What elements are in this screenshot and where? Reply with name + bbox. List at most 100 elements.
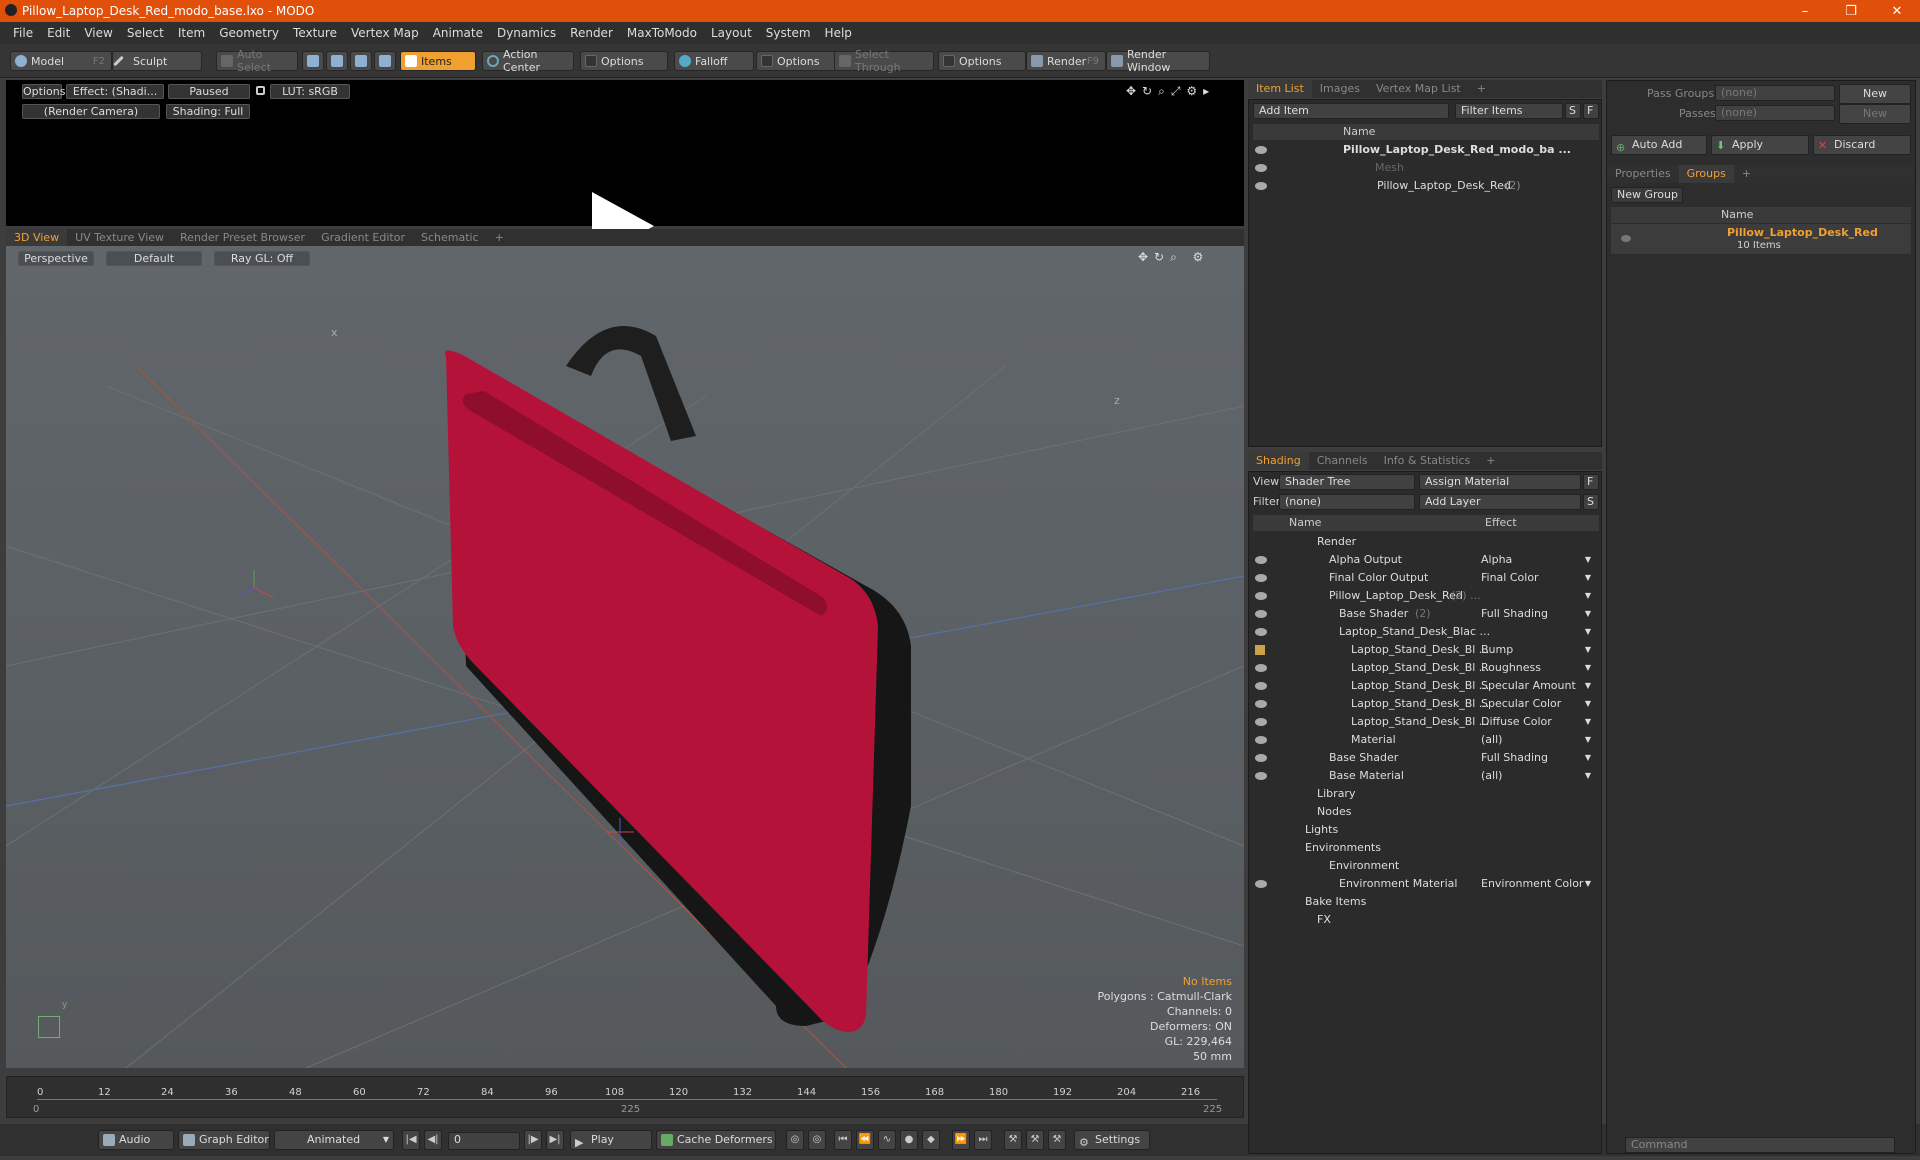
table-row[interactable]: Final Color Output Final Color ▼ — [1249, 569, 1595, 587]
table-row[interactable]: Pillow_Laptop_Desk_Red (2) ... ▼ — [1249, 587, 1595, 605]
tab-3d-view[interactable]: 3D View — [6, 229, 68, 247]
maximize-button[interactable]: ❐ — [1828, 4, 1874, 19]
3d-viewport[interactable]: x z Perspective Default Ray GL: Off ✥↻⌕ … — [6, 246, 1244, 1068]
eye-icon[interactable] — [1255, 772, 1267, 780]
record-icon[interactable]: ● — [900, 1130, 918, 1150]
lock-icon[interactable] — [256, 86, 265, 95]
chevron-down-icon[interactable]: ▼ — [1585, 623, 1591, 641]
lut-dropdown[interactable]: LUT: sRGB — [270, 84, 350, 99]
tab-properties[interactable]: Properties — [1607, 165, 1679, 183]
apply-button[interactable]: ⬇ Apply — [1711, 135, 1809, 155]
perspective-dropdown[interactable]: Perspective — [18, 251, 94, 266]
edge-mode-button[interactable] — [326, 51, 348, 71]
table-row[interactable]: Library — [1249, 785, 1595, 803]
default-style-dropdown[interactable]: Default — [106, 251, 202, 266]
tab-info-statistics[interactable]: Info & Statistics — [1376, 452, 1479, 470]
menu-select[interactable]: Select — [120, 26, 171, 40]
tab-render-preset-browser[interactable]: Render Preset Browser — [172, 229, 313, 247]
chevron-down-icon[interactable]: ▼ — [1585, 875, 1591, 893]
keying-icon[interactable]: ◎ — [786, 1130, 804, 1150]
settings-button[interactable]: ⚙ Settings — [1074, 1130, 1150, 1150]
eye-icon[interactable] — [1255, 182, 1267, 190]
chevron-down-icon[interactable]: ▼ — [1585, 587, 1591, 605]
material-mode-button[interactable] — [374, 51, 396, 71]
menu-vertex-map[interactable]: Vertex Map — [344, 26, 426, 40]
prev-key-button[interactable]: ◀| — [424, 1130, 442, 1150]
minimize-button[interactable]: – — [1782, 4, 1828, 19]
chevron-down-icon[interactable]: ▼ — [1585, 713, 1591, 731]
menu-layout[interactable]: Layout — [704, 26, 759, 40]
table-row[interactable]: Laptop_Stand_Desk_Bl ... Roughness ▼ — [1249, 659, 1595, 677]
menu-view[interactable]: View — [77, 26, 119, 40]
eye-icon[interactable] — [1255, 556, 1267, 564]
tool-b-icon[interactable]: ⚒ — [1026, 1130, 1044, 1150]
menu-geometry[interactable]: Geometry — [212, 26, 286, 40]
key-first-icon[interactable]: ⏮ — [834, 1130, 852, 1150]
table-row[interactable]: FX — [1249, 911, 1595, 929]
eye-icon[interactable] — [1255, 574, 1267, 582]
eye-icon[interactable] — [1255, 592, 1267, 600]
eye-icon[interactable] — [1621, 235, 1631, 242]
play-button[interactable]: ▶ Play — [570, 1130, 652, 1150]
add-tab-button[interactable]: + — [1478, 452, 1503, 470]
render-window-button[interactable]: Render Window — [1106, 48, 1210, 74]
items-mode-button[interactable]: Items — [400, 51, 476, 71]
chevron-down-icon[interactable]: ▼ — [1585, 659, 1591, 677]
table-row[interactable]: Environment — [1249, 857, 1595, 875]
command-input[interactable]: Command — [1625, 1137, 1895, 1153]
new-group-button[interactable]: New Group — [1611, 187, 1683, 203]
key-set-icon[interactable]: ◆ — [922, 1130, 940, 1150]
eye-icon[interactable] — [1255, 164, 1267, 172]
add-tab-button[interactable]: + — [1734, 165, 1759, 183]
chevron-down-icon[interactable]: ▼ — [1585, 749, 1591, 767]
current-frame-input[interactable]: 0 — [448, 1132, 520, 1150]
eye-icon[interactable] — [1255, 880, 1267, 888]
shading-dropdown[interactable]: Shading: Full — [166, 104, 250, 119]
tab-groups[interactable]: Groups — [1678, 165, 1734, 183]
tool-a-icon[interactable]: ⚒ — [1004, 1130, 1022, 1150]
ray-gl-dropdown[interactable]: Ray GL: Off — [214, 251, 310, 266]
table-row[interactable]: Laptop_Stand_Desk_Bl ... Diffuse Color ▼ — [1249, 713, 1595, 731]
table-row[interactable]: Nodes — [1249, 803, 1595, 821]
key-last-icon[interactable]: ⏭ — [974, 1130, 992, 1150]
filter-dropdown[interactable]: (none) — [1279, 494, 1415, 510]
menu-edit[interactable]: Edit — [40, 26, 77, 40]
render-options-button[interactable]: Options — [22, 84, 65, 99]
new-pass-button[interactable]: New — [1839, 104, 1911, 124]
menu-file[interactable]: File — [6, 26, 40, 40]
chevron-down-icon[interactable]: ▼ — [1585, 767, 1591, 785]
add-tab-button[interactable]: + — [487, 229, 512, 247]
menu-texture[interactable]: Texture — [286, 26, 344, 40]
f-toggle-button[interactable]: F — [1583, 103, 1599, 119]
first-frame-button[interactable]: |◀ — [402, 1130, 420, 1150]
discard-button[interactable]: ✕ Discard — [1813, 135, 1911, 155]
s-toggle-button[interactable]: S — [1565, 103, 1581, 119]
chevron-down-icon[interactable]: ▼ — [1585, 551, 1591, 569]
list-item[interactable]: Pillow_Laptop_Desk_Red_modo_ba ... — [1249, 141, 1595, 159]
last-frame-button[interactable]: ▶| — [546, 1130, 564, 1150]
eye-icon[interactable] — [1255, 700, 1267, 708]
add-item-dropdown[interactable]: Add Item — [1253, 103, 1449, 119]
eye-icon[interactable] — [1255, 610, 1267, 618]
eye-icon[interactable] — [1255, 682, 1267, 690]
chevron-down-icon[interactable]: ▼ — [1585, 605, 1591, 623]
auto-select-button[interactable]: Auto Select — [216, 48, 298, 74]
f-toggle-button[interactable]: F — [1583, 474, 1599, 490]
table-row[interactable]: Alpha Output Alpha ▼ — [1249, 551, 1595, 569]
list-item[interactable]: Mesh — [1249, 159, 1595, 177]
model-mode-button[interactable]: Model F2 — [10, 51, 112, 71]
render-camera-dropdown[interactable]: (Render Camera) — [22, 104, 160, 119]
table-row[interactable]: Bake Items — [1249, 893, 1595, 911]
brush-icon[interactable] — [1255, 645, 1265, 655]
tab-images[interactable]: Images — [1312, 80, 1368, 98]
next-key-button[interactable]: |▶ — [524, 1130, 542, 1150]
close-button[interactable]: ✕ — [1874, 4, 1920, 19]
chevron-down-icon[interactable]: ▼ — [1585, 641, 1591, 659]
table-row[interactable]: Laptop_Stand_Desk_Blac ... ▼ — [1249, 623, 1595, 641]
chevron-down-icon[interactable]: ▼ — [1585, 569, 1591, 587]
key-next-icon[interactable]: ⏩ — [952, 1130, 970, 1150]
chevron-down-icon[interactable]: ▼ — [1585, 695, 1591, 713]
menu-dynamics[interactable]: Dynamics — [490, 26, 563, 40]
select-options-button[interactable]: Options — [938, 51, 1026, 71]
auto-add-button[interactable]: ⊕ Auto Add — [1611, 135, 1707, 155]
